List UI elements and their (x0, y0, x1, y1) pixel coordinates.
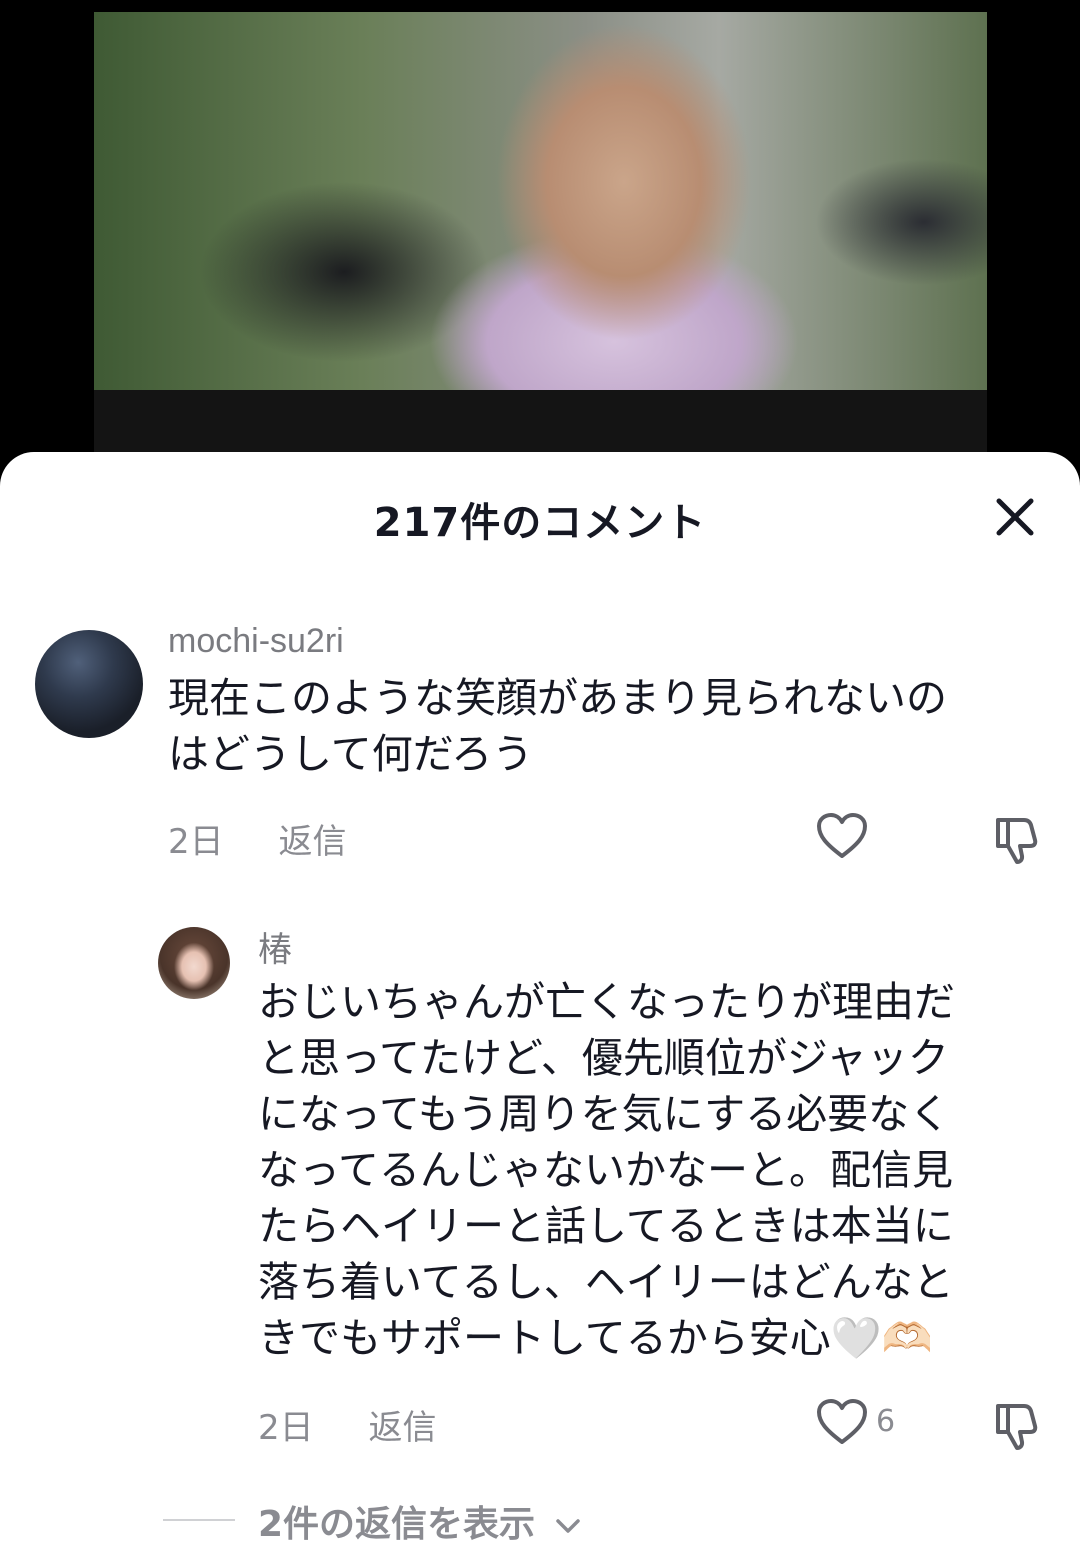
chevron-down-icon (555, 1519, 580, 1533)
heart-icon (817, 813, 867, 858)
comment-meta: 2日 返信 (168, 814, 390, 863)
comment-count-title: 217件のコメント (373, 500, 707, 546)
like-count: 6 (876, 1404, 896, 1439)
heart-icon (817, 1399, 867, 1444)
video-frame[interactable] (94, 12, 987, 390)
avatar[interactable] (35, 630, 143, 738)
thumbs-down-icon (996, 1404, 1038, 1450)
reply-age: 2日 (258, 1408, 314, 1448)
view-replies-label: 2件の返信を表示 (258, 1504, 536, 1545)
reply-meta: 2日 返信 (258, 1400, 480, 1449)
reply-text: おじいちゃんが亡くなったりが理由だ と思ってたけど、優先順位がジャック になって… (258, 978, 955, 1362)
reply-username[interactable]: 椿 (258, 922, 292, 971)
close-icon (996, 498, 1034, 536)
reply-button[interactable]: 返信 (368, 1408, 436, 1448)
comment-text: 現在このような笑顔があまり見られないの はどうして何だろう (168, 674, 947, 778)
comment-sheet: 217件のコメント mochi-su2ri 現在このような笑顔があまり見られない… (0, 452, 1080, 1566)
video-player[interactable] (0, 0, 1080, 470)
close-button[interactable] (990, 492, 1040, 542)
comment-username[interactable]: mochi-su2ri (168, 622, 344, 661)
like-button[interactable] (816, 812, 868, 864)
comment-age: 2日 (168, 822, 224, 862)
dislike-button[interactable] (990, 814, 1042, 870)
avatar[interactable] (158, 927, 230, 999)
view-replies-button[interactable]: 2件の返信を表示 (258, 1495, 582, 1547)
like-button[interactable] (816, 1398, 868, 1450)
thumbs-down-icon (996, 818, 1038, 864)
replies-divider (163, 1519, 235, 1521)
reply-button[interactable]: 返信 (278, 822, 346, 862)
dislike-button[interactable] (990, 1400, 1042, 1456)
